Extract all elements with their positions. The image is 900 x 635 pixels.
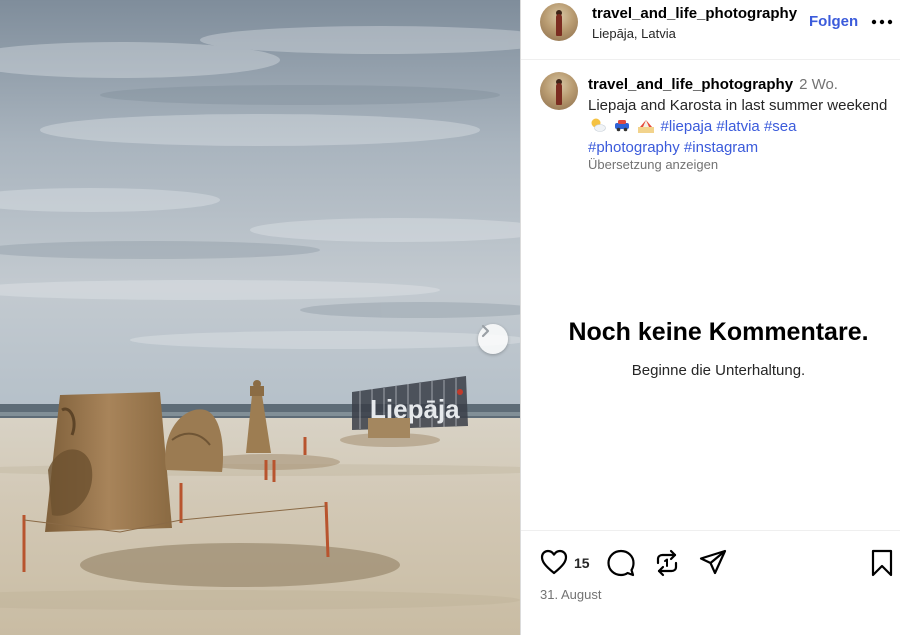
sun-behind-cloud-emoji bbox=[591, 118, 606, 132]
avatar[interactable] bbox=[540, 3, 578, 41]
hashtag-instagram[interactable]: #instagram bbox=[684, 139, 758, 156]
comment-icon[interactable] bbox=[607, 549, 635, 577]
post-date[interactable]: 31. August bbox=[540, 587, 601, 602]
post-actions-bar: 15 31. August bbox=[521, 530, 900, 635]
caption-text: Liepaja and Karosta in last summer weeke… bbox=[588, 97, 888, 114]
bookmark-icon[interactable] bbox=[870, 549, 894, 577]
no-comments-subtitle: Beginne die Unterhaltung. bbox=[631, 362, 806, 379]
repost-icon[interactable] bbox=[653, 549, 681, 577]
post-header: travel_and_life_photography Liepāja, Lat… bbox=[521, 0, 900, 60]
post-details-panel: travel_and_life_photography Liepāja, Lat… bbox=[520, 0, 900, 635]
follow-button[interactable]: Folgen bbox=[809, 13, 858, 30]
no-comments-title: Noch keine Kommentare. bbox=[568, 318, 869, 346]
share-icon[interactable] bbox=[699, 549, 727, 577]
hashtag-latvia[interactable]: #latvia bbox=[716, 118, 759, 135]
chevron-right-icon bbox=[481, 324, 490, 338]
hashtag-liepaja[interactable]: #liepaja bbox=[661, 118, 713, 135]
caption-username[interactable]: travel_and_life_photography bbox=[588, 76, 793, 93]
hashtag-photography[interactable]: #photography bbox=[588, 139, 680, 156]
hashtag-sea[interactable]: #sea bbox=[764, 118, 797, 135]
caption-avatar[interactable] bbox=[540, 72, 578, 110]
post-location[interactable]: Liepāja, Latvia bbox=[592, 26, 676, 41]
car-emoji bbox=[615, 120, 630, 132]
heart-icon[interactable] bbox=[540, 549, 568, 575]
post-photo[interactable]: Liepāja bbox=[0, 0, 520, 635]
more-options-icon[interactable] bbox=[870, 12, 894, 32]
post-username[interactable]: travel_and_life_photography bbox=[592, 5, 797, 22]
beach-emoji bbox=[638, 120, 655, 133]
beach-photo-scene: Liepāja bbox=[0, 0, 520, 635]
caption-text-block: travel_and_life_photography 2 Wo. Liepaja… bbox=[588, 74, 888, 158]
next-image-button[interactable] bbox=[478, 324, 508, 354]
show-translation-link[interactable]: Übersetzung anzeigen bbox=[588, 157, 718, 172]
like-count[interactable]: 15 bbox=[574, 555, 590, 571]
caption-time[interactable]: 2 Wo. bbox=[799, 76, 838, 93]
